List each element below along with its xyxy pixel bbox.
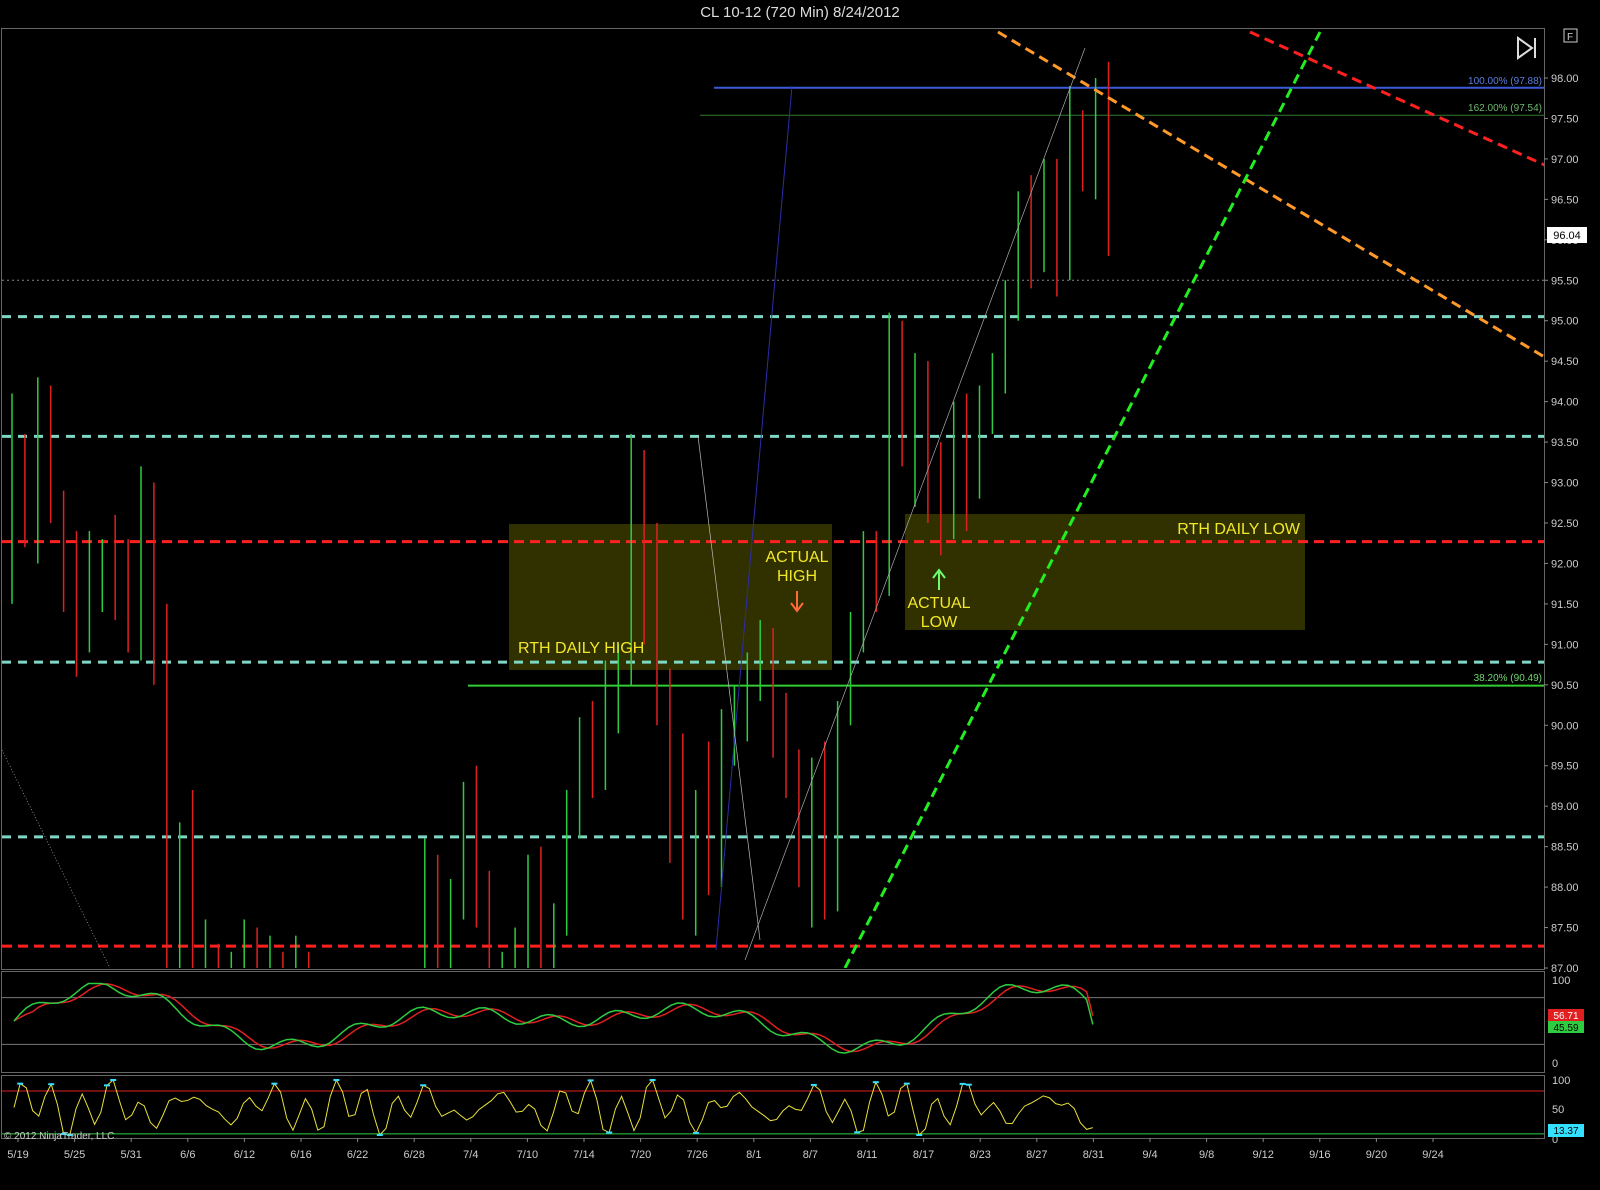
date-tick-label: 8/17 — [913, 1149, 934, 1161]
date-tick-label: 9/24 — [1422, 1149, 1443, 1161]
price-tick-label: 95.00 — [1551, 316, 1579, 328]
date-tick-label: 8/31 — [1083, 1149, 1104, 1161]
price-tick-label: 96.50 — [1551, 194, 1579, 206]
rsi-value-badge: 13.37 — [1548, 1124, 1584, 1137]
rsi-line — [13, 1078, 1093, 1136]
stoch-d-badge: 56.71 — [1548, 1009, 1584, 1022]
date-tick-label: 7/10 — [517, 1149, 538, 1161]
copyright-text: © 2012 NinjaTrader, LLC — [4, 1131, 114, 1142]
price-tick-label: 88.50 — [1551, 842, 1579, 854]
rsi-panel — [2, 1078, 1544, 1136]
date-tick-label: 5/25 — [64, 1149, 85, 1161]
stoch-k-badge: 45.59 — [1548, 1021, 1584, 1034]
f-button-label: F — [1567, 32, 1573, 43]
last-price-badge: 96.04 — [1547, 227, 1587, 243]
fib-label-ext: 162.00% (97.54) — [1468, 103, 1542, 114]
price-tick-label: 91.00 — [1551, 639, 1579, 651]
date-tick-label: 8/11 — [857, 1149, 878, 1161]
price-tick-label: 93.00 — [1551, 478, 1579, 490]
date-tick-label: 9/8 — [1199, 1149, 1214, 1161]
date-tick-label: 6/22 — [347, 1149, 368, 1161]
fib-label-mid: 38.20% (90.49) — [1474, 673, 1542, 684]
date-tick-label: 9/16 — [1309, 1149, 1330, 1161]
actual-high-label-2: HIGH — [777, 568, 817, 585]
price-tick-label: 89.50 — [1551, 761, 1579, 773]
price-tick-label: 90.00 — [1551, 720, 1579, 732]
date-tick-label: 9/20 — [1366, 1149, 1387, 1161]
regression-line[interactable] — [744, 47, 1086, 961]
price-tick-label: 90.50 — [1551, 680, 1579, 692]
date-tick-label: 7/20 — [630, 1149, 651, 1161]
red-resistance-trendline[interactable] — [1249, 30, 1600, 190]
price-axis: 98.0097.5097.0096.5096.0095.5095.0094.50… — [1544, 73, 1579, 975]
stoch-tick-100: 100 — [1552, 975, 1570, 987]
date-axis: 5/19 5/25 5/31 6/6 6/12 6/16 6/22 6/28 7/4 7/10 7/… — [7, 1138, 1444, 1161]
price-tick-label: 92.50 — [1551, 518, 1579, 530]
stoch-panel-border — [1, 971, 1545, 1073]
date-tick-label: 6/28 — [403, 1149, 424, 1161]
price-tick-label: 87.50 — [1551, 923, 1579, 935]
stoch-k-value: 45.59 — [1553, 1023, 1578, 1034]
rth-daily-low-label: RTH DAILY LOW — [1177, 521, 1301, 538]
chart-canvas[interactable]: 98.0097.5097.0096.5096.0095.5095.0094.50… — [0, 0, 1600, 1190]
date-tick-label: 8/23 — [969, 1149, 990, 1161]
date-tick-label: 8/27 — [1026, 1149, 1047, 1161]
price-tick-label: 95.50 — [1551, 275, 1579, 287]
stoch-tick-0: 0 — [1552, 1058, 1558, 1070]
price-tick-label: 94.00 — [1551, 397, 1579, 409]
stoch-d-value: 56.71 — [1553, 1011, 1578, 1022]
actual-low-label-1: ACTUAL — [907, 595, 970, 612]
date-tick-label: 5/31 — [120, 1149, 141, 1161]
actual-low-label-2: LOW — [921, 614, 958, 631]
rsi-value: 13.37 — [1553, 1126, 1578, 1137]
rth-daily-high-label: RTH DAILY HIGH — [518, 640, 644, 657]
rsi-panel-border — [1, 1075, 1545, 1139]
price-tick-label: 93.50 — [1551, 437, 1579, 449]
trend-lines[interactable] — [2, 30, 1600, 968]
price-tick-label: 87.00 — [1551, 963, 1579, 975]
actual-high-label-1: ACTUAL — [765, 549, 828, 566]
stochastics-panel — [2, 982, 1544, 1054]
swing-line[interactable] — [697, 435, 761, 941]
date-tick-label: 7/26 — [686, 1149, 707, 1161]
price-tick-label: 92.00 — [1551, 558, 1579, 570]
main-panel-border — [1, 28, 1545, 970]
date-tick-label: 7/4 — [463, 1149, 478, 1161]
price-tick-label: 88.00 — [1551, 882, 1579, 894]
price-tick-label: 94.50 — [1551, 356, 1579, 368]
date-tick-label: 8/7 — [803, 1149, 818, 1161]
main-price-overlays — [2, 86, 1544, 948]
date-tick-label: 9/4 — [1142, 1149, 1157, 1161]
rsi-tick-100: 100 — [1552, 1075, 1570, 1087]
date-tick-label: 7/14 — [573, 1149, 594, 1161]
skip-to-end-icon[interactable] — [1517, 36, 1536, 60]
fib-label-top: 100.00% (97.88) — [1468, 76, 1542, 87]
fib-anchor-line[interactable] — [715, 85, 793, 951]
date-tick-label: 6/6 — [180, 1149, 195, 1161]
price-tick-label: 97.00 — [1551, 154, 1579, 166]
old-trendline[interactable] — [2, 749, 111, 968]
date-tick-label: 6/16 — [290, 1149, 311, 1161]
f-button[interactable]: F — [1563, 28, 1578, 43]
date-tick-label: 6/12 — [234, 1149, 255, 1161]
stoch-k-line — [13, 982, 1094, 1054]
date-tick-label: 8/1 — [746, 1149, 761, 1161]
price-tick-label: 97.50 — [1551, 113, 1579, 125]
last-price-label: 96.04 — [1553, 230, 1581, 242]
price-tick-label: 98.00 — [1551, 73, 1579, 85]
price-tick-label: 91.50 — [1551, 599, 1579, 611]
date-tick-label: 9/12 — [1252, 1149, 1273, 1161]
stoch-d-line — [13, 983, 1094, 1053]
price-tick-label: 89.00 — [1551, 801, 1579, 813]
date-tick-label: 5/19 — [7, 1149, 28, 1161]
rsi-tick-50: 50 — [1552, 1104, 1564, 1116]
